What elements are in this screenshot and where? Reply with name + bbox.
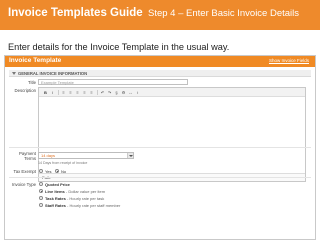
undo-icon[interactable]: ↶ xyxy=(100,90,105,95)
align-center-button[interactable]: ≡ xyxy=(68,90,73,95)
chevron-down-icon[interactable] xyxy=(127,153,133,158)
description-label: Description xyxy=(14,88,37,93)
bold-button[interactable]: B xyxy=(43,90,48,95)
toolbar-separator xyxy=(58,90,59,95)
payment-terms-label-line2: Terms xyxy=(24,156,36,161)
app-screenshot: Invoice Template Show Invoice Fields GEN… xyxy=(4,55,316,240)
invoice-type-option: Task Rates - Hourly rate per task xyxy=(45,196,105,201)
payment-terms-select[interactable]: 14 days xyxy=(38,152,134,159)
divider xyxy=(9,177,311,178)
show-invoice-fields-link[interactable]: Show Invoice Fields xyxy=(269,58,309,63)
invoice-type-option: Quoted Price xyxy=(45,182,70,187)
align-left-button[interactable]: ≡ xyxy=(61,90,66,95)
invoice-type-label: Invoice Type xyxy=(11,182,36,187)
invoice-type-quoted-radio[interactable] xyxy=(39,182,43,186)
bullet-list-button[interactable]: ≡ xyxy=(82,90,87,95)
payment-terms-hint: 14 Days from receipt of invoice xyxy=(38,161,88,165)
app-header: Invoice Template Show Invoice Fields xyxy=(5,56,315,67)
collapse-icon[interactable] xyxy=(12,72,16,75)
invoice-type-task-rates-radio[interactable] xyxy=(39,196,43,200)
tax-exempt-yes-label: Yes xyxy=(45,169,52,174)
invoice-type-option: Staff Rates - Hourly rate per staff memb… xyxy=(45,203,121,208)
redo-icon[interactable]: ↷ xyxy=(107,90,112,95)
tax-exempt-no-label: No xyxy=(61,169,67,174)
tax-exempt-no-radio[interactable] xyxy=(55,169,59,173)
guide-title: Invoice Templates Guide xyxy=(8,7,143,19)
invoice-type-line-items-radio[interactable] xyxy=(39,189,43,193)
settings-icon[interactable]: ⚙ xyxy=(121,90,126,95)
payment-terms-value: 14 days xyxy=(41,153,56,158)
tax-exempt-label: Tax Exempt xyxy=(13,169,36,174)
step-title: Step 4 – Enter Basic Invoice Details xyxy=(148,8,300,19)
section-title: GENERAL INVOICE INFORMATION xyxy=(18,71,88,76)
link-icon[interactable]: § xyxy=(114,90,119,95)
section-header[interactable]: GENERAL INVOICE INFORMATION xyxy=(9,70,311,77)
instruction-text: Enter details for the Invoice Template i… xyxy=(8,42,230,52)
toolbar-separator xyxy=(97,90,98,95)
invoice-type-option: Line Items - Dollar value per item xyxy=(45,189,106,194)
editor-toolbar: B I ≡ ≡ ≡ ≡ ≡ ↶ ↷ § ⚙ ↔ ↕ xyxy=(39,88,305,97)
description-editor[interactable]: B I ≡ ≡ ≡ ≡ ≡ ↶ ↷ § ⚙ ↔ ↕ Path: xyxy=(38,87,306,182)
numbered-list-button[interactable]: ≡ xyxy=(89,90,94,95)
resize-vertical-icon[interactable]: ↕ xyxy=(135,90,140,95)
divider xyxy=(9,147,311,148)
title-input[interactable]: Example Template xyxy=(38,79,188,85)
tax-exempt-yes-radio[interactable] xyxy=(39,169,43,173)
italic-button[interactable]: I xyxy=(50,90,55,95)
app-title: Invoice Template xyxy=(9,57,62,64)
title-label: Title xyxy=(28,80,36,85)
invoice-type-staff-rates-radio[interactable] xyxy=(39,203,43,207)
align-right-button[interactable]: ≡ xyxy=(75,90,80,95)
resize-horizontal-icon[interactable]: ↔ xyxy=(128,90,133,95)
slide-header: Invoice Templates Guide Step 4 – Enter B… xyxy=(0,0,320,30)
